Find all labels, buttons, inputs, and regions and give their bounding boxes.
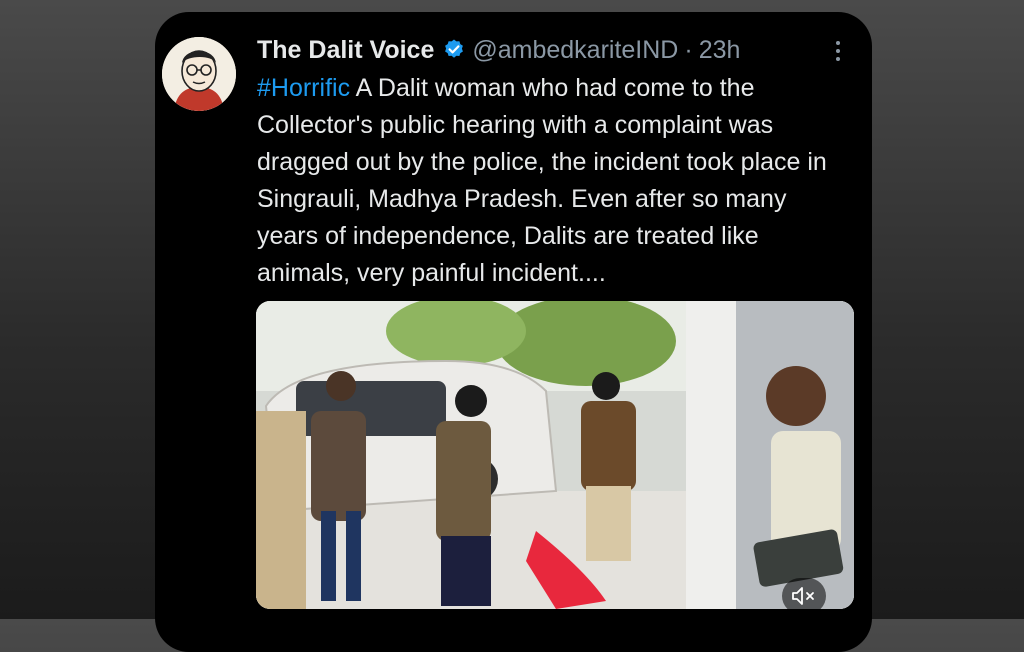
user-handle[interactable]: @ambedkariteIND: [472, 36, 678, 65]
tweet-video[interactable]: [256, 301, 854, 609]
tweet-header: The Dalit Voice @ambedkariteIND · 23h: [257, 32, 740, 68]
avatar-portrait-illustration: [162, 37, 236, 111]
avatar[interactable]: [162, 37, 236, 111]
more-options-icon[interactable]: [830, 38, 846, 66]
timestamp[interactable]: 23h: [699, 36, 741, 65]
separator-dot: ·: [684, 35, 693, 64]
tweet-body: A Dalit woman who had come to the Collec…: [257, 74, 827, 287]
tweet-text: #Horrific A Dalit woman who had come to …: [257, 70, 847, 292]
hashtag-link[interactable]: #Horrific: [257, 74, 350, 102]
muted-speaker-icon: [792, 587, 814, 605]
display-name[interactable]: The Dalit Voice: [257, 36, 434, 65]
verified-badge-icon: [442, 38, 466, 62]
video-frame-scene: [256, 301, 854, 609]
mute-toggle-button[interactable]: [782, 578, 826, 614]
